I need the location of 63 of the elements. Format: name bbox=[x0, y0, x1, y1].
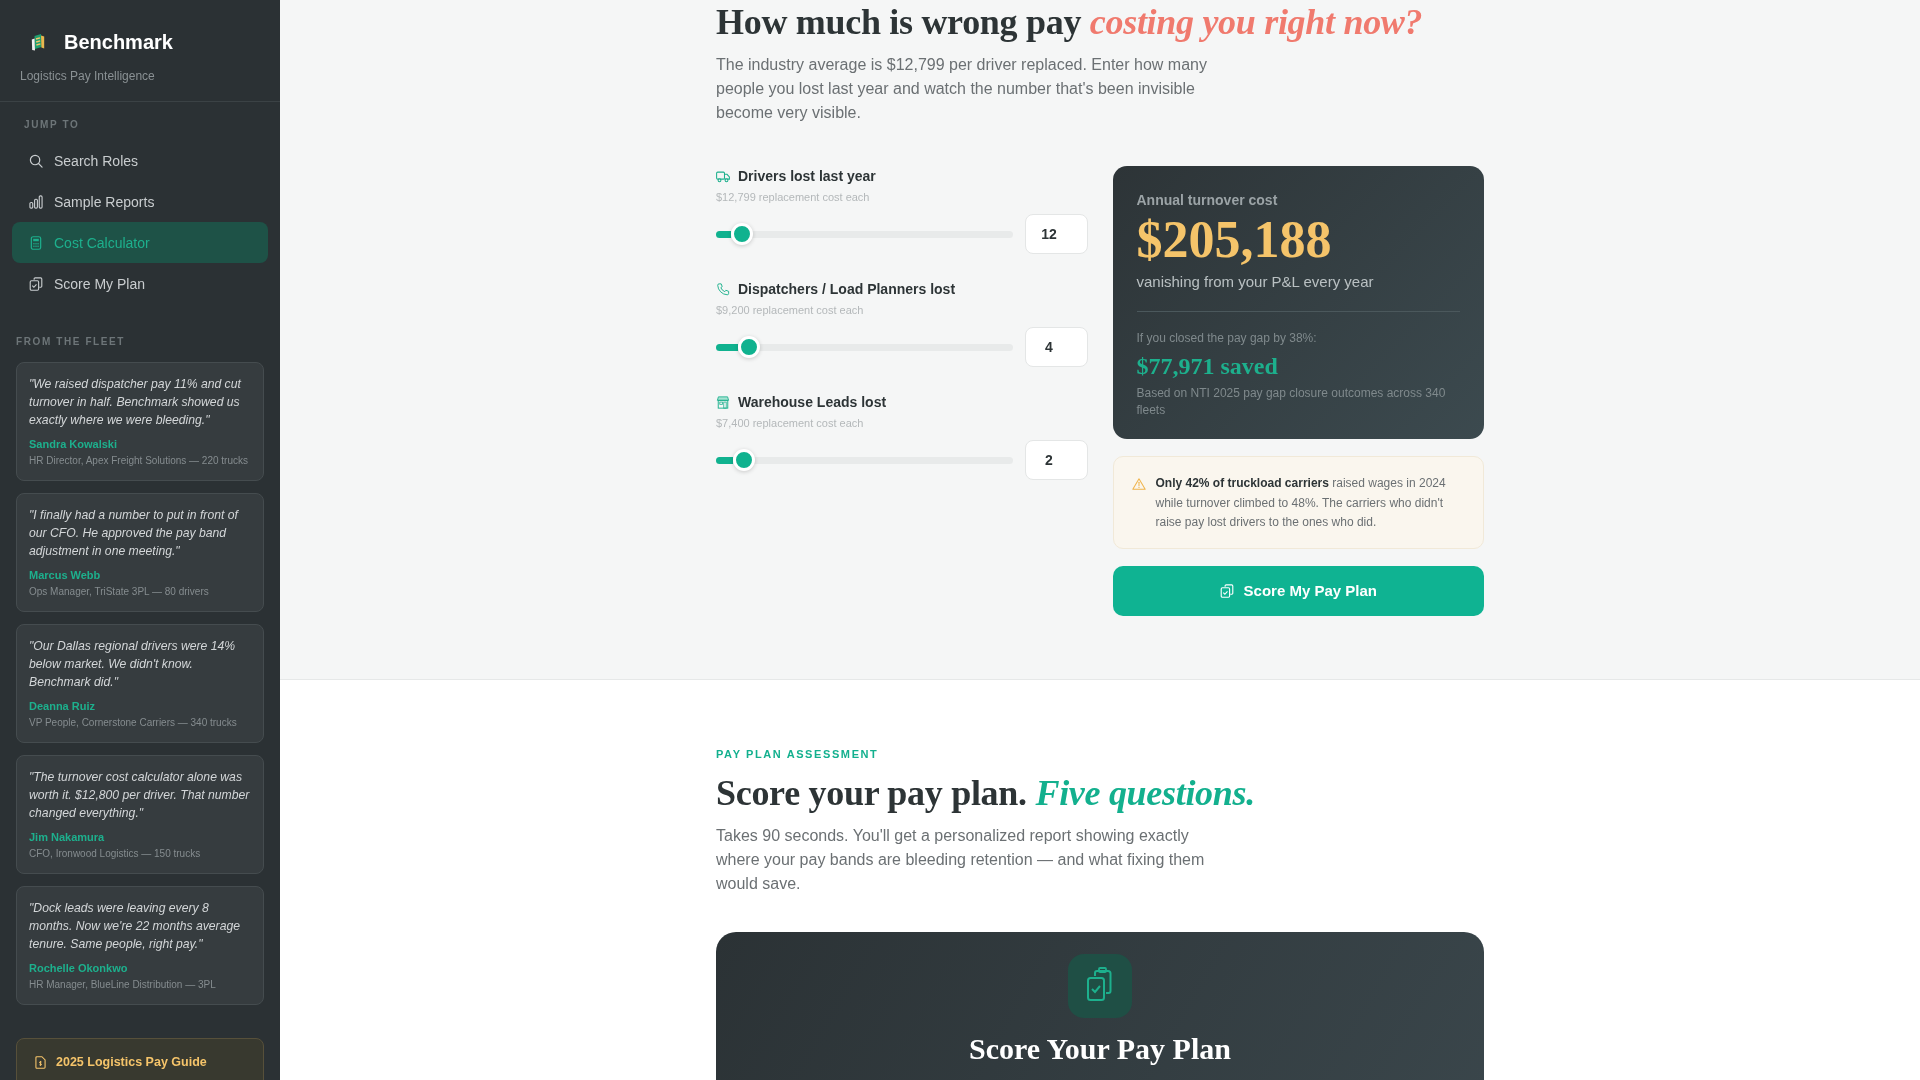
author-name: Jim Nakamura bbox=[29, 830, 106, 844]
warning-icon bbox=[1131, 478, 1146, 490]
document-icon bbox=[35, 1055, 46, 1069]
count-field[interactable]: 4 bbox=[1024, 327, 1088, 367]
building-icon bbox=[716, 395, 730, 409]
author-role: Ops Manager, TriState 3PL — 80 drivers bbox=[29, 585, 210, 598]
author-name: Rochelle Okonkwo bbox=[29, 961, 129, 975]
result-caption: vanishing from your P&L every year bbox=[1136, 272, 1375, 292]
section-label: FROM THE FLEET bbox=[16, 336, 127, 348]
field-label: Dispatchers / Load Planners lost bbox=[738, 281, 956, 297]
quote-text: "Dock leads were leaving every 8 months. Now we're 22 months average tenure. Same people, right pay." bbox=[29, 900, 241, 953]
logo-icon bbox=[31, 33, 45, 51]
author-name: Deanna Ruiz bbox=[29, 699, 96, 713]
clipboard-check-icon bbox=[1068, 953, 1132, 1018]
nav-item[interactable]: Score My Plan bbox=[12, 263, 268, 304]
quote-text: "I finally had a number to put in front of our CFO. He approved the pay band adjustment in one meeting." bbox=[29, 507, 240, 560]
slider-handle[interactable] bbox=[737, 336, 760, 358]
eyebrow-label: PAY PLAN ASSESSMENT bbox=[716, 746, 880, 761]
result-footnote: Based on NTI 2025 pay gap closure outcomes across 340 fleets bbox=[1136, 385, 1447, 419]
field-label: Warehouse Leads lost bbox=[738, 394, 887, 410]
brand-name: Benchmark bbox=[64, 30, 173, 55]
section-heading: Score your pay plan. Five questions. bbox=[716, 771, 1256, 815]
section-intro: Takes 90 seconds. You'll get a personalized report showing exactly where your pay bands are bleeding retention — and what fixing them would save. bbox=[716, 825, 1206, 894]
guide-link[interactable]: 2025 Logistics Pay Guide bbox=[16, 1038, 264, 1080]
cost-note: $7,400 replacement cost each bbox=[716, 416, 865, 430]
page-heading: How much is wrong pay costing you right now? bbox=[716, 1, 1424, 44]
field-label: Drivers lost last year bbox=[738, 168, 876, 184]
author-role: HR Director, Apex Freight Solutions — 220 trucks bbox=[29, 454, 249, 467]
bar-chart-icon bbox=[29, 194, 43, 209]
nav-item[interactable]: Search Roles bbox=[12, 140, 268, 181]
brand-tagline: Logistics Pay Intelligence bbox=[20, 68, 156, 84]
quote-text: "Our Dallas regional drivers were 14% below market. We didn't know. Benchmark did." bbox=[29, 638, 237, 691]
notice-text: Only 42% of truckload carriers raised wages in 2024 while turnover climbed to 48%. The carriers who didn't raise pay lost drivers to the ones who did. bbox=[1155, 475, 1447, 531]
clipboard-check-icon bbox=[29, 276, 43, 291]
cost-note: $12,799 replacement cost each bbox=[716, 190, 871, 204]
clipboard-check-icon bbox=[1219, 583, 1234, 598]
author-name: Sandra Kowalski bbox=[29, 437, 119, 451]
search-icon bbox=[29, 153, 43, 168]
slider-fill bbox=[716, 343, 738, 351]
savings-amount: $77,971 saved bbox=[1136, 352, 1279, 380]
author-name: Marcus Webb bbox=[29, 568, 102, 582]
truck-icon bbox=[716, 169, 730, 183]
author-role: VP People, Cornerstone Carriers — 340 trucks bbox=[29, 716, 238, 729]
card-title: Score Your Pay Plan bbox=[969, 1031, 1231, 1066]
slider-fill bbox=[716, 456, 734, 464]
cost-note: $9,200 replacement cost each bbox=[716, 303, 865, 317]
calculator-icon bbox=[29, 235, 43, 250]
slider-handle[interactable] bbox=[731, 223, 754, 245]
quote-text: "The turnover cost calculator alone was worth it. $12,800 per driver. That number changed everything." bbox=[29, 769, 251, 822]
section-label: JUMP TO bbox=[24, 119, 81, 131]
nav-item[interactable]: Sample Reports bbox=[12, 181, 268, 222]
intro-text: The industry average is $12,799 per driver replaced. Enter how many people you lost last year and watch the number that's been invisible become very visible. bbox=[716, 55, 1208, 123]
phone-icon bbox=[716, 282, 730, 296]
author-role: CFO, Ironwood Logistics — 150 trucks bbox=[29, 847, 202, 860]
result-label: Annual turnover cost bbox=[1136, 191, 1279, 209]
slider-fill bbox=[716, 230, 732, 238]
quote-text: "We raised dispatcher pay 11% and cut turnover in half. Benchmark showed us exactly where we were bleeding." bbox=[29, 376, 243, 429]
author-role: HR Manager, BlueLine Distribution — 3PL bbox=[29, 978, 217, 991]
count-field[interactable]: 12 bbox=[1024, 214, 1088, 254]
count-field[interactable]: 2 bbox=[1024, 440, 1088, 480]
savings-label: If you closed the pay gap by 38%: bbox=[1136, 330, 1318, 346]
slider-handle[interactable] bbox=[733, 449, 756, 471]
turnover-amount: $205,188 bbox=[1136, 212, 1333, 268]
